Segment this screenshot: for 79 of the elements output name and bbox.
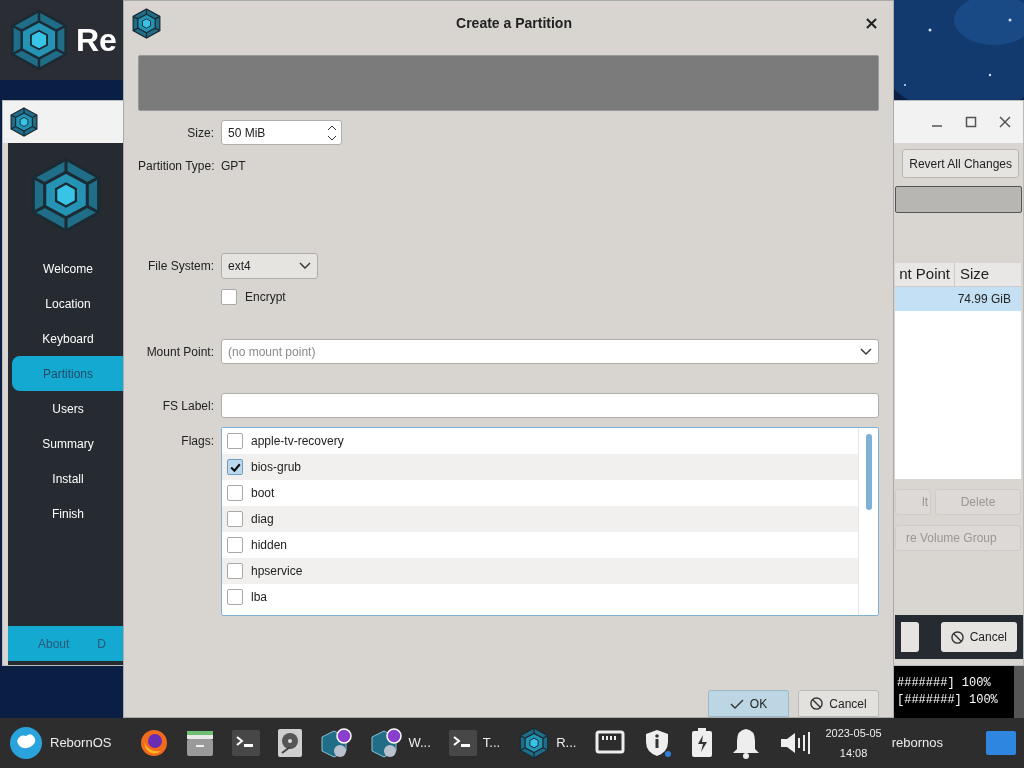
checkbox[interactable]: [227, 563, 243, 579]
partition-type-label: Partition Type:: [138, 158, 214, 175]
flags-label: Flags:: [180, 433, 214, 450]
installer-icon: [518, 727, 551, 759]
flag-label: hidden: [251, 537, 288, 554]
ok-button[interactable]: OK: [708, 690, 789, 717]
sidebar-item[interactable]: Finish: [12, 496, 124, 531]
maximize-icon[interactable]: [965, 116, 977, 128]
sidebar-item[interactable]: Install: [12, 461, 124, 496]
clock-time: 14:08: [839, 746, 868, 761]
installer-icon[interactable]: [320, 727, 353, 759]
task-label[interactable]: W...: [408, 733, 431, 753]
sidebar-item[interactable]: Keyboard: [12, 321, 124, 356]
column-header: nt Point: [895, 263, 955, 286]
checkbox[interactable]: [221, 289, 237, 305]
logo-icon: [8, 9, 70, 71]
fs-label-field[interactable]: [221, 393, 879, 418]
cancel-button[interactable]: Cancel: [798, 690, 879, 717]
flag-label: hpservice: [251, 563, 303, 580]
cancel-button[interactable]: Cancel: [940, 622, 1017, 652]
sidebar-item[interactable]: Welcome: [12, 251, 124, 286]
revert-all-changes-button[interactable]: Revert All Changes: [902, 149, 1019, 178]
terminal-icon[interactable]: [232, 730, 261, 756]
terminal-line: [#######] 100%: [897, 692, 999, 709]
network-icon[interactable]: [595, 730, 626, 756]
chevron-down-icon: [860, 347, 872, 356]
mount-point-dropdown[interactable]: (no mount point): [221, 339, 879, 364]
task-label[interactable]: R...: [556, 733, 577, 753]
sidebar-item[interactable]: Partitions: [12, 356, 124, 391]
close-icon[interactable]: [999, 116, 1011, 128]
fs-label-label: FS Label:: [161, 397, 214, 415]
close-icon[interactable]: [866, 17, 877, 29]
partition-type-value: GPT: [221, 158, 247, 175]
flag-label: lba: [251, 589, 267, 606]
browser-icon[interactable]: [140, 729, 169, 757]
sidebar-item[interactable]: Location: [12, 286, 124, 321]
cancel-icon: [950, 630, 964, 644]
checkbox[interactable]: [227, 459, 243, 475]
logo-icon: [9, 107, 39, 137]
size-spinbox[interactable]: 50 MiB: [221, 120, 342, 145]
bottom-button[interactable]: [900, 622, 919, 652]
shield-icon[interactable]: [643, 728, 674, 758]
volume-icon[interactable]: [779, 729, 812, 757]
chevron-down-icon: [299, 262, 311, 270]
checkbox[interactable]: [227, 511, 243, 527]
battery-icon[interactable]: [691, 728, 714, 758]
flag-label: bios-grub: [251, 459, 302, 476]
checkbox[interactable]: [227, 589, 243, 605]
terminal-icon[interactable]: [448, 730, 477, 756]
size-label: Size:: [186, 124, 214, 142]
sidebar-item[interactable]: Users: [12, 391, 124, 426]
notification-bell-icon[interactable]: [731, 727, 762, 759]
installer-icon[interactable]: [370, 727, 403, 759]
file-system-dropdown[interactable]: ext4: [221, 253, 318, 279]
flag-label: diag: [251, 511, 274, 528]
dialog-title: Create a Partition: [455, 13, 573, 33]
checkbox[interactable]: [227, 537, 243, 553]
flag-label: boot: [251, 485, 275, 502]
checkbox[interactable]: [227, 485, 243, 501]
banner-title: Re: [76, 21, 117, 60]
start-icon: [10, 727, 42, 759]
clock-date: 2023-05-05: [825, 726, 882, 741]
mount-point-label: Mount Point:: [145, 343, 214, 361]
checkmark-icon: [729, 698, 744, 709]
scrollbar: [1014, 666, 1024, 718]
user-name: rebornos: [890, 734, 943, 753]
task-label[interactable]: T...: [482, 733, 501, 753]
table-row[interactable]: 74.99 GiB: [895, 287, 1021, 311]
file-cabinet-icon[interactable]: [186, 729, 215, 757]
column-header: Size: [959, 264, 991, 285]
checkbox[interactable]: [227, 433, 243, 449]
terminal-line: #######] 100%: [897, 675, 992, 692]
cancel-icon: [810, 697, 824, 710]
file-system-label: File System:: [147, 258, 214, 275]
logo-icon: [131, 7, 162, 39]
sidebar-item[interactable]: Summary: [12, 426, 124, 461]
start-button[interactable]: RebornOS: [0, 718, 132, 768]
flag-label: apple-tv-recovery: [251, 433, 344, 450]
encrypt-label: Encrypt: [245, 289, 286, 306]
